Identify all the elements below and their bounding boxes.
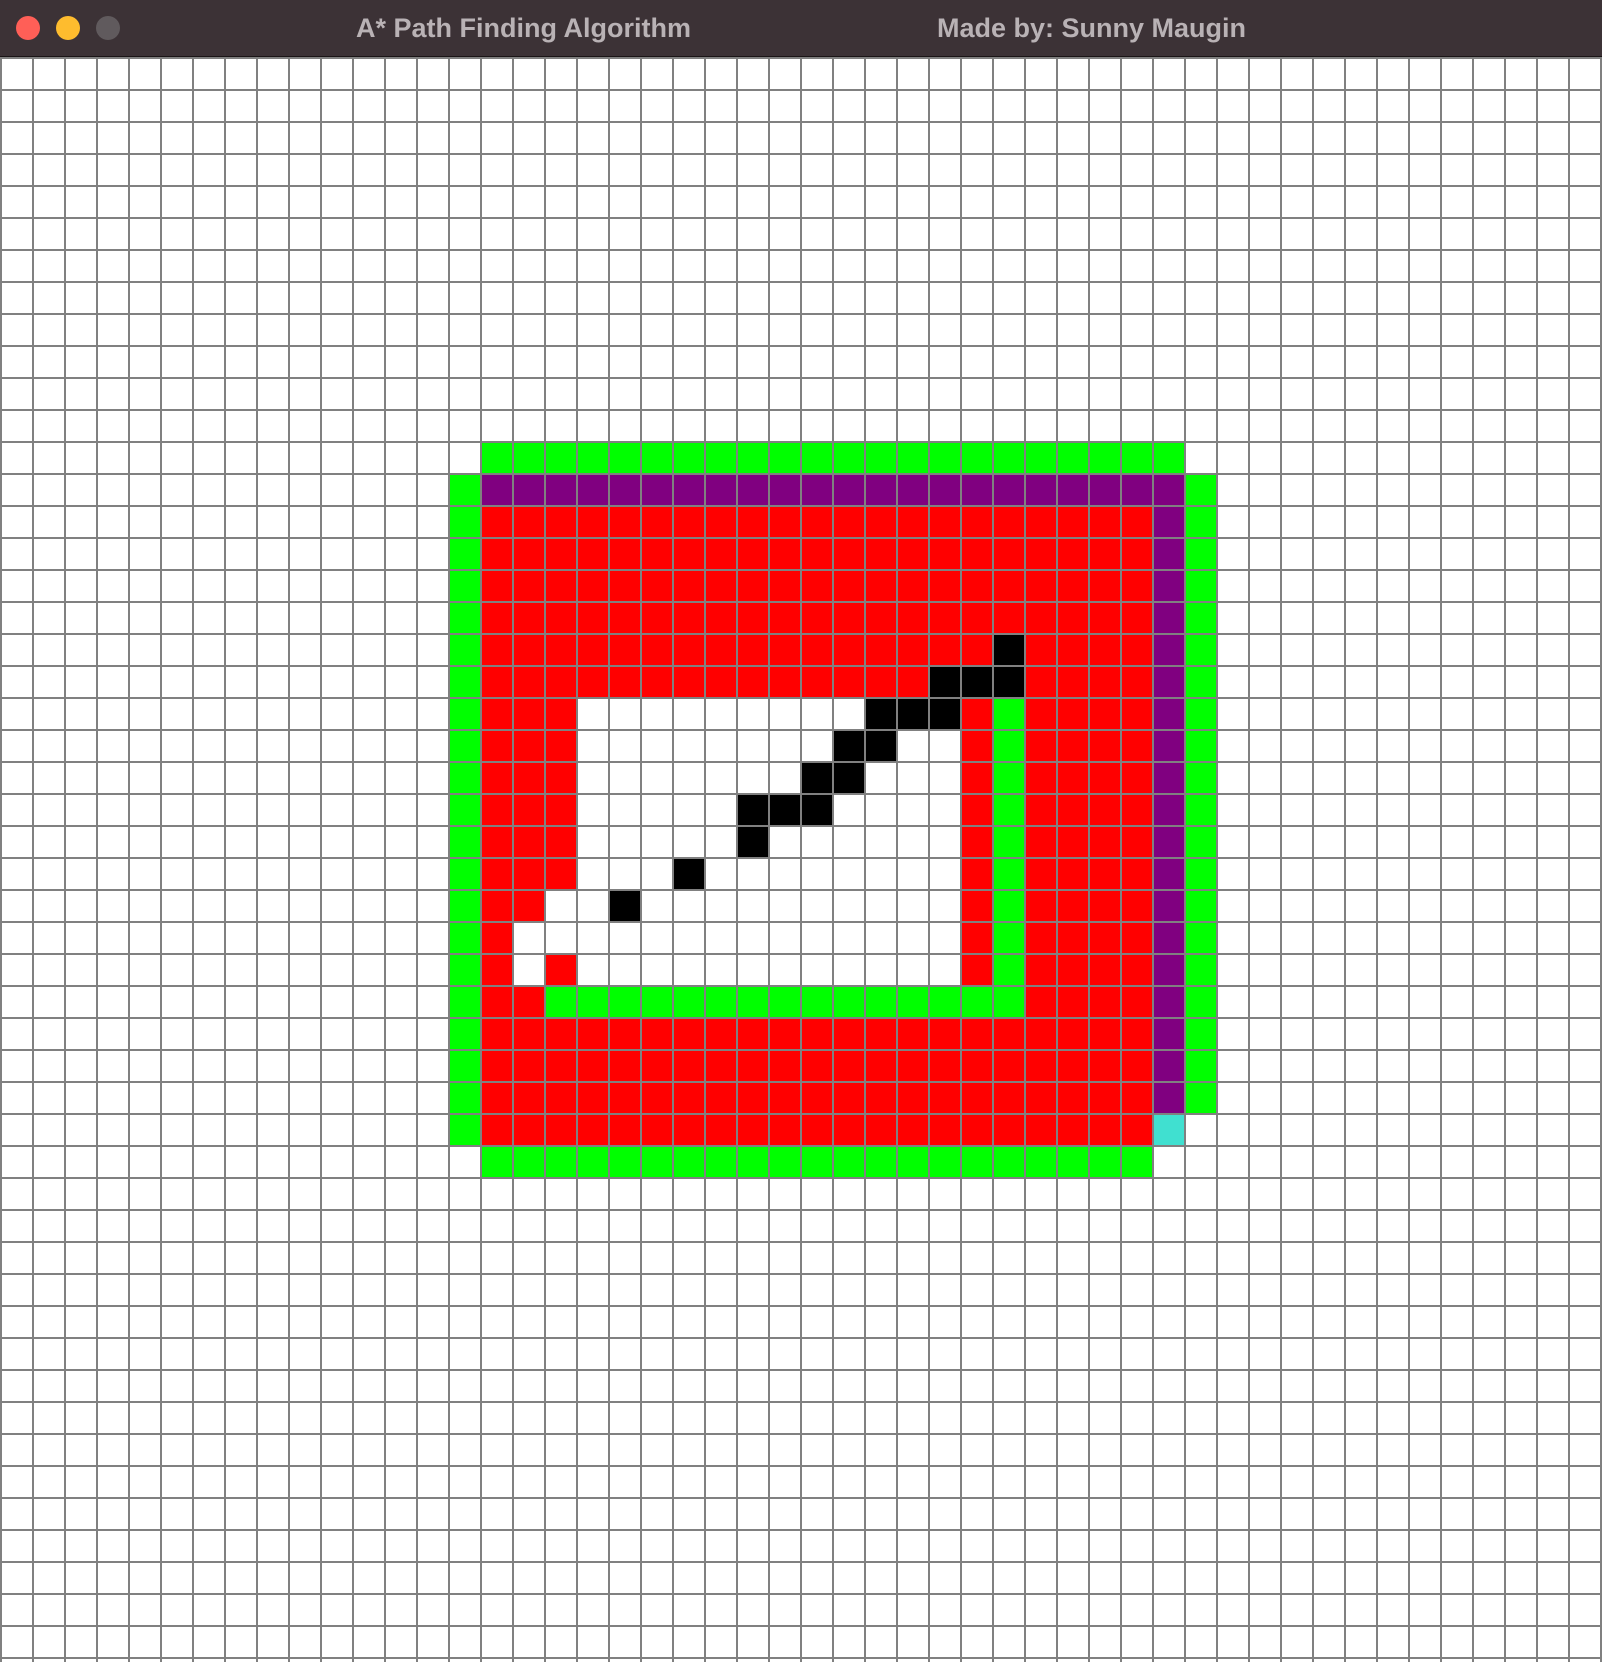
empty-cell[interactable]	[673, 826, 705, 858]
barrier-cell[interactable]	[801, 794, 833, 826]
empty-cell[interactable]	[545, 890, 577, 922]
start-cell-region[interactable]	[1153, 1114, 1185, 1146]
barrier-cell[interactable]	[833, 730, 865, 762]
open-cell-region[interactable]	[481, 1146, 1153, 1178]
minimize-window-button[interactable]	[56, 16, 80, 40]
barrier-cell[interactable]	[865, 698, 897, 730]
barrier-cell[interactable]	[801, 762, 833, 794]
empty-cell[interactable]	[641, 858, 673, 890]
pathfinding-grid-area[interactable]	[0, 57, 1602, 1662]
empty-cell[interactable]	[545, 922, 577, 954]
barrier-cell[interactable]	[929, 698, 961, 730]
zoom-window-button[interactable]	[96, 16, 120, 40]
barrier-cell[interactable]	[993, 634, 1025, 666]
barrier-cell[interactable]	[737, 794, 769, 826]
path-cell-region[interactable]	[1153, 506, 1185, 1114]
empty-cell[interactable]	[513, 954, 545, 986]
window-credit: Made by: Sunny Maugin	[937, 13, 1247, 43]
close-window-button[interactable]	[16, 16, 40, 40]
barrier-cell[interactable]	[929, 666, 961, 698]
window-titlebar[interactable]: A* Path Finding Algorithm Made by: Sunny…	[0, 0, 1602, 57]
empty-cell[interactable]	[577, 890, 609, 922]
barrier-cell[interactable]	[769, 794, 801, 826]
barrier-cell[interactable]	[897, 698, 929, 730]
barrier-cell[interactable]	[961, 666, 993, 698]
closed-cell-region[interactable]	[481, 1114, 1153, 1146]
app-window: A* Path Finding Algorithm Made by: Sunny…	[0, 0, 1602, 1662]
empty-cell[interactable]	[705, 826, 737, 858]
empty-cell[interactable]	[641, 826, 673, 858]
pathfinding-grid[interactable]	[0, 57, 1602, 1662]
barrier-cell[interactable]	[737, 826, 769, 858]
barrier-cell[interactable]	[865, 730, 897, 762]
window-title: A* Path Finding Algorithm	[356, 13, 691, 43]
barrier-cell[interactable]	[673, 858, 705, 890]
barrier-cell[interactable]	[609, 890, 641, 922]
empty-cell[interactable]	[513, 922, 545, 954]
barrier-cell[interactable]	[833, 762, 865, 794]
open-cell-region[interactable]	[449, 474, 481, 1146]
barrier-cell[interactable]	[993, 666, 1025, 698]
empty-cell[interactable]	[609, 858, 641, 890]
